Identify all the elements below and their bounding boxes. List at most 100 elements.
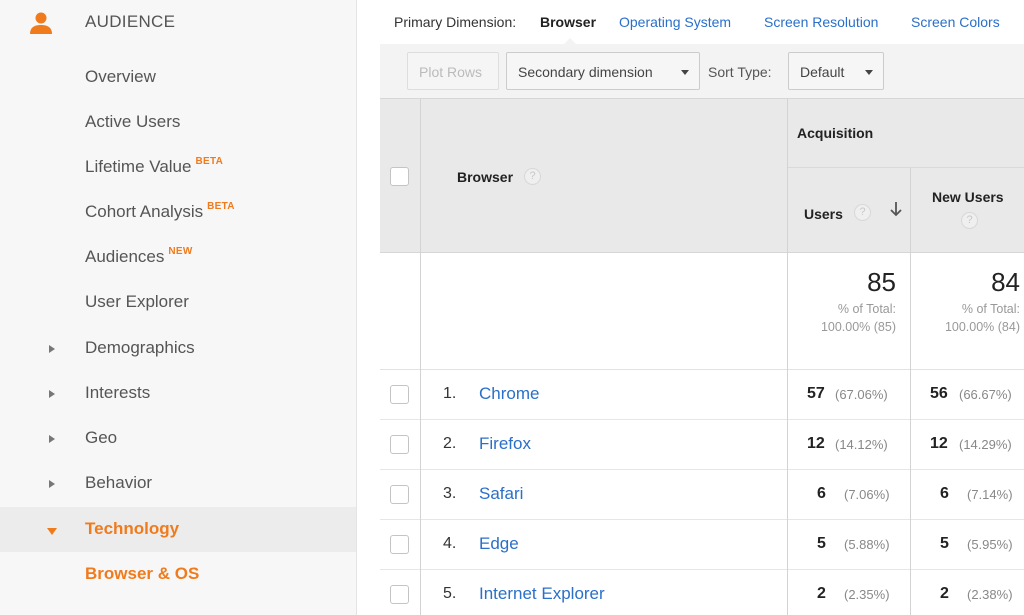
browser-link[interactable]: Edge: [479, 534, 519, 554]
data-table: Browser ? Acquisition Users ? New Users …: [380, 98, 1024, 615]
divider: [787, 99, 788, 254]
new-users-value: 12: [930, 435, 948, 452]
row-checkbox[interactable]: [390, 385, 409, 404]
beta-badge: BETA: [195, 156, 224, 167]
beta-badge: BETA: [207, 201, 235, 212]
users-total-pct-label: % of Total:: [837, 302, 896, 316]
plot-rows-label: Plot Rows: [419, 64, 483, 80]
sidebar-item-technology[interactable]: Technology: [0, 507, 356, 552]
dimension-link-screen-resolution[interactable]: Screen Resolution: [764, 14, 878, 30]
new-users-value: 6: [940, 485, 949, 502]
sidebar: AUDIENCE Overview Active Users Lifetime …: [0, 0, 357, 615]
person-icon: [30, 12, 52, 34]
sidebar-item-browser-os[interactable]: Browser & OS: [0, 552, 356, 597]
new-users-pct: (5.95%): [967, 537, 1013, 552]
row-checkbox[interactable]: [390, 585, 409, 604]
users-pct: (7.06%): [844, 487, 890, 502]
users-column-header[interactable]: Users: [804, 206, 843, 222]
acquisition-group-header: Acquisition: [797, 125, 874, 141]
chevron-down-icon: [865, 70, 873, 75]
sort-type-label: Sort Type:: [708, 64, 772, 80]
sidebar-item-user-explorer[interactable]: User Explorer: [0, 280, 356, 325]
row-checkbox[interactable]: [390, 535, 409, 554]
new-users-pct: (66.67%): [959, 387, 1012, 402]
caret-right-icon: [49, 390, 55, 398]
row-rank: 1.: [443, 385, 457, 402]
sidebar-item-lifetime-value[interactable]: Lifetime Value BETA: [0, 145, 356, 190]
new-users-column-header[interactable]: New Users: [932, 189, 1004, 205]
new-users-pct: (14.29%): [959, 437, 1012, 452]
sidebar-item-label: Lifetime Value: [85, 157, 192, 176]
caret-right-icon: [49, 480, 55, 488]
sidebar-item-label: Geo: [85, 428, 118, 447]
sidebar-item-audiences[interactable]: Audiences NEW: [0, 235, 356, 280]
help-icon[interactable]: ?: [961, 212, 978, 229]
divider: [910, 167, 911, 254]
new-users-value: 2: [940, 585, 949, 602]
users-total-pct: 100.00% (85): [820, 320, 896, 334]
secondary-dimension-dropdown[interactable]: Secondary dimension: [506, 52, 700, 90]
sidebar-item-interests[interactable]: Interests: [0, 371, 356, 416]
totals-row: 85 % of Total: 100.00% (85) 84 % of Tota…: [380, 253, 1024, 370]
new-users-pct: (7.14%): [967, 487, 1013, 502]
sidebar-item-active-users[interactable]: Active Users: [0, 100, 356, 145]
new-users-total-pct: 100.00% (84): [944, 320, 1020, 334]
report-main: Primary Dimension: Browser Operating Sys…: [380, 0, 1024, 615]
table-row: 3. Safari 6 (7.06%) 6 (7.14%): [380, 470, 1024, 520]
browser-column-header[interactable]: Browser: [457, 169, 513, 185]
browser-link[interactable]: Firefox: [479, 434, 531, 454]
row-checkbox[interactable]: [390, 485, 409, 504]
browser-link[interactable]: Internet Explorer: [479, 584, 605, 604]
sidebar-item-label: Technology: [85, 519, 180, 538]
caret-down-icon: [47, 528, 57, 535]
browser-link[interactable]: Safari: [479, 484, 523, 504]
table-toolbar: Plot Rows Secondary dimension Sort Type:…: [380, 44, 1024, 98]
sort-descending-icon[interactable]: [889, 201, 903, 217]
sidebar-item-overview[interactable]: Overview: [0, 55, 356, 100]
new-users-total: 84: [991, 267, 1020, 297]
sidebar-item-geo[interactable]: Geo: [0, 416, 356, 461]
sidebar-item-label: Audiences: [85, 247, 165, 266]
dimension-link-operating-system[interactable]: Operating System: [619, 14, 731, 30]
section-title: AUDIENCE: [85, 12, 176, 31]
users-total: 85: [867, 267, 896, 297]
help-icon[interactable]: ?: [854, 204, 871, 221]
users-value: 5: [817, 535, 826, 552]
table-row: 5. Internet Explorer 2 (2.35%) 2 (2.38%): [380, 570, 1024, 615]
sidebar-item-demographics[interactable]: Demographics: [0, 326, 356, 371]
dimension-link-screen-colors[interactable]: Screen Colors: [911, 14, 1000, 30]
sidebar-item-label: Active Users: [85, 112, 181, 131]
users-value: 6: [817, 485, 826, 502]
sort-type-dropdown[interactable]: Default: [788, 52, 884, 90]
sidebar-item-cohort-analysis[interactable]: Cohort Analysis BETA: [0, 190, 356, 235]
plot-rows-button[interactable]: Plot Rows: [407, 52, 499, 90]
row-rank: 3.: [443, 485, 457, 502]
caret-right-icon: [49, 435, 55, 443]
sidebar-item-label: Demographics: [85, 338, 195, 357]
caret-right-icon: [49, 345, 55, 353]
row-rank: 5.: [443, 585, 457, 602]
new-users-total-pct-label: % of Total:: [961, 302, 1020, 316]
sidebar-item-label: Overview: [85, 67, 156, 86]
new-users-value: 56: [930, 385, 948, 402]
new-badge: NEW: [168, 246, 193, 257]
new-users-pct: (2.38%): [967, 587, 1013, 602]
table-row: 1. Chrome 57 (67.06%) 56 (66.67%): [380, 370, 1024, 420]
users-value: 2: [817, 585, 826, 602]
divider: [788, 167, 1024, 168]
secondary-dimension-label: Secondary dimension: [518, 64, 653, 80]
audience-section-header[interactable]: AUDIENCE: [0, 0, 356, 44]
sidebar-item-label: Cohort Analysis: [85, 202, 204, 221]
help-icon[interactable]: ?: [524, 168, 541, 185]
select-all-checkbox[interactable]: [390, 167, 409, 186]
sidebar-item-behavior[interactable]: Behavior: [0, 461, 356, 506]
divider: [420, 99, 421, 254]
chevron-down-icon: [681, 70, 689, 75]
divider: [787, 253, 788, 370]
sidebar-item-label: Interests: [85, 383, 151, 402]
row-checkbox[interactable]: [390, 435, 409, 454]
primary-dimension-label: Primary Dimension:: [394, 14, 517, 30]
divider: [910, 253, 911, 370]
browser-link[interactable]: Chrome: [479, 384, 539, 404]
table-header: Browser ? Acquisition Users ? New Users …: [380, 98, 1024, 254]
